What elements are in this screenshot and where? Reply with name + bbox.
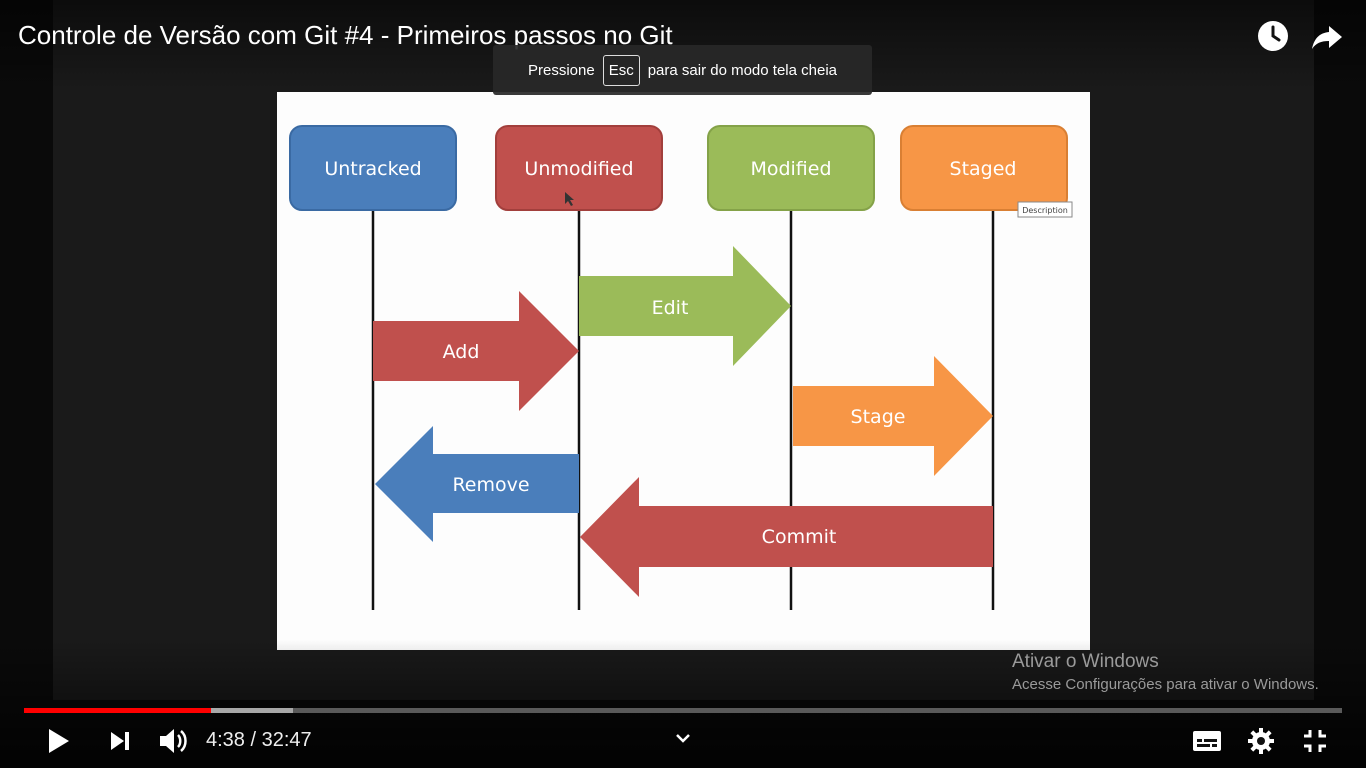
video-player[interactable]: Untracked Unmodified Modified Staged Des… [0, 0, 1366, 768]
play-button[interactable] [40, 722, 78, 760]
presentation-slide: Untracked Unmodified Modified Staged Des… [277, 92, 1090, 650]
description-tooltip: Description [1022, 206, 1068, 215]
arrow-label-remove: Remove [452, 474, 529, 496]
exit-fullscreen-button[interactable] [1297, 722, 1333, 760]
arrow-label-edit: Edit [652, 297, 689, 319]
toast-text-before: Pressione [528, 61, 595, 79]
current-time: 4:38 [206, 729, 245, 751]
state-label-modified: Modified [750, 158, 831, 180]
share-button[interactable] [1309, 18, 1345, 54]
toast-text-after: para sair do modo tela cheia [647, 61, 837, 79]
state-label-untracked: Untracked [324, 158, 421, 180]
progress-played [24, 708, 212, 713]
watch-later-button[interactable] [1255, 18, 1291, 54]
settings-button[interactable] [1243, 722, 1279, 760]
next-icon [111, 732, 129, 750]
chevron-down-button[interactable] [670, 726, 696, 750]
arrow-label-stage: Stage [851, 406, 906, 428]
esc-key-badge: Esc [602, 54, 640, 86]
fullscreen-exit-toast: Pressione Esc para sair do modo tela che… [493, 45, 872, 95]
git-lifecycle-diagram: Untracked Unmodified Modified Staged Des… [289, 125, 1073, 610]
state-label-unmodified: Unmodified [524, 158, 633, 180]
subtitles-button[interactable] [1189, 722, 1225, 760]
next-button[interactable] [102, 722, 138, 760]
arrow-label-add: Add [443, 341, 480, 363]
volume-icon [160, 729, 187, 753]
progress-bar[interactable] [24, 708, 1342, 713]
subtitles-icon [1193, 731, 1221, 751]
time-display: 4:38 / 32:47 [206, 729, 312, 752]
duration: 32:47 [261, 729, 312, 751]
chevron-down-icon [676, 734, 690, 743]
state-label-staged: Staged [950, 158, 1017, 180]
gear-icon [1248, 728, 1274, 754]
windows-activation-title: Ativar o Windows [1012, 651, 1159, 672]
exit-fullscreen-icon [1304, 730, 1326, 752]
time-separator: / [244, 729, 262, 751]
play-icon [49, 729, 69, 753]
share-icon [1312, 26, 1342, 49]
volume-button[interactable] [154, 722, 192, 760]
arrow-label-commit: Commit [762, 526, 837, 548]
windows-activation-subtitle: Acesse Configurações para ativar o Windo… [1012, 676, 1319, 693]
clock-icon [1258, 21, 1288, 51]
